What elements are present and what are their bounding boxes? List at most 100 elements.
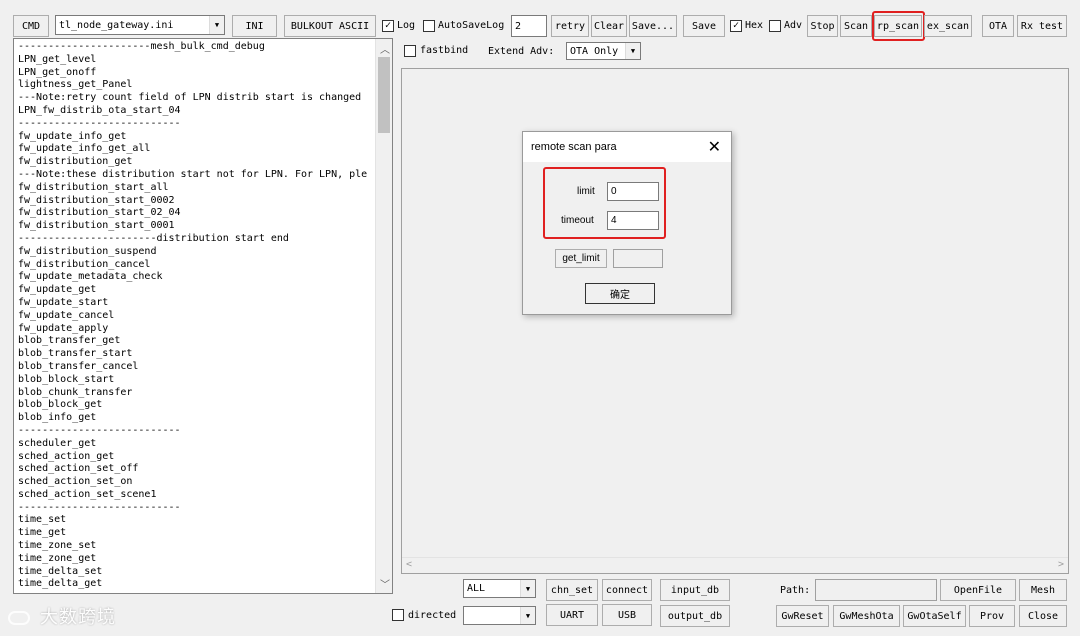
list-item[interactable]: blob_chunk_transfer [18, 387, 376, 400]
directed-checkbox[interactable] [392, 609, 404, 621]
scroll-right-icon[interactable]: > [1058, 559, 1064, 570]
stop-button[interactable]: Stop [807, 15, 838, 37]
extend-adv-select[interactable]: OTA Only ▼ [566, 42, 641, 60]
uart-button[interactable]: UART [546, 604, 598, 626]
log-checkbox[interactable]: ✓ [382, 20, 394, 32]
list-item[interactable]: --------------------------- [18, 118, 376, 131]
list-item[interactable]: fw_distribution_get [18, 156, 376, 169]
list-item[interactable]: sched_action_set_scene1 [18, 489, 376, 502]
mesh-button[interactable]: Mesh [1019, 579, 1067, 601]
autosave-count-input[interactable]: 2 [511, 15, 547, 37]
list-item[interactable]: fw_update_cancel [18, 310, 376, 323]
list-item[interactable]: blob_block_start [18, 374, 376, 387]
autosave-checkbox[interactable] [423, 20, 435, 32]
fastbind-label: fastbind [420, 45, 469, 56]
rx-test-button[interactable]: Rx test [1017, 15, 1067, 37]
ini-file-value: tl_node_gateway.ini [59, 19, 174, 31]
list-item[interactable]: blob_transfer_start [18, 348, 376, 361]
scan-button[interactable]: Scan [840, 15, 872, 37]
list-item[interactable]: fw_distribution_cancel [18, 259, 376, 272]
list-item[interactable]: ---Note:these distribution start not for… [18, 169, 376, 182]
chn-set-button[interactable]: chn_set [546, 579, 598, 601]
list-item[interactable]: ----------------------mesh_bulk_cmd_debu… [18, 41, 376, 54]
list-item[interactable]: ---Note:retry count field of LPN distrib… [18, 92, 376, 105]
scroll-up-icon[interactable]: ︿ [380, 41, 390, 56]
chevron-down-icon[interactable]: ▼ [520, 607, 535, 624]
list-item[interactable]: -----------------------distribution star… [18, 233, 376, 246]
list-item[interactable]: --------------------------- [18, 425, 376, 438]
list-item[interactable]: fw_update_get [18, 284, 376, 297]
openfile-button[interactable]: OpenFile [940, 579, 1016, 601]
list-item[interactable]: time_zone_get [18, 553, 376, 566]
list-item[interactable]: fw_distribution_start_02_04 [18, 207, 376, 220]
list-item[interactable]: LPN_fw_distrib_ota_start_04 [18, 105, 376, 118]
scroll-left-icon[interactable]: < [406, 559, 412, 570]
log-horizontal-scrollbar[interactable]: < > [402, 557, 1068, 573]
list-item[interactable]: fw_distribution_start_0002 [18, 195, 376, 208]
chevron-down-icon[interactable]: ﹀ [380, 576, 390, 591]
input-db-button[interactable]: input_db [660, 579, 730, 601]
ini-button[interactable]: INI [232, 15, 277, 37]
list-item[interactable]: fw_update_start [18, 297, 376, 310]
chevron-down-icon[interactable]: ▼ [209, 16, 224, 34]
directed-select[interactable]: ▼ [463, 606, 536, 625]
connect-button[interactable]: connect [602, 579, 652, 601]
get-limit-button[interactable]: get_limit [555, 249, 607, 268]
list-item[interactable]: blob_transfer_get [18, 335, 376, 348]
clear-button[interactable]: Clear [591, 15, 627, 37]
list-item[interactable]: sched_action_set_on [18, 476, 376, 489]
list-item[interactable]: blob_info_get [18, 412, 376, 425]
list-item[interactable]: fw_distribution_suspend [18, 246, 376, 259]
chevron-down-icon[interactable]: ▼ [520, 580, 535, 597]
list-item[interactable]: fw_distribution_start_all [18, 182, 376, 195]
list-item[interactable]: LPN_get_level [18, 54, 376, 67]
prov-button[interactable]: Prov [969, 605, 1015, 627]
bulkout-ascii-button[interactable]: BULKOUT ASCII [284, 15, 376, 37]
list-item[interactable]: scheduler_get [18, 438, 376, 451]
output-db-button[interactable]: output_db [660, 605, 730, 627]
gwmeshota-button[interactable]: GwMeshOta [833, 605, 900, 627]
list-item[interactable]: lightness_get_Panel [18, 79, 376, 92]
list-item[interactable]: --------------------------- [18, 502, 376, 515]
save-button[interactable]: Save [683, 15, 725, 37]
retry-button[interactable]: retry [551, 15, 589, 37]
ex-scan-button[interactable]: ex_scan [924, 15, 972, 37]
cmd-button[interactable]: CMD [13, 15, 49, 37]
list-item[interactable]: time_get [18, 527, 376, 540]
ini-file-select[interactable]: tl_node_gateway.ini ▼ [55, 15, 225, 35]
usb-button[interactable]: USB [602, 604, 652, 626]
scrollbar-thumb[interactable] [378, 57, 390, 133]
command-list[interactable]: ----------------------mesh_bulk_cmd_debu… [13, 38, 393, 594]
save-as-button[interactable]: Save... [629, 15, 677, 37]
list-item[interactable]: fw_update_info_get_all [18, 143, 376, 156]
gwreset-button[interactable]: GwReset [776, 605, 829, 627]
list-item[interactable]: fw_update_info_get [18, 131, 376, 144]
path-input[interactable] [815, 579, 937, 601]
log-output-area[interactable]: < > [401, 68, 1069, 574]
adv-checkbox[interactable] [769, 20, 781, 32]
list-item[interactable]: fw_update_metadata_check [18, 271, 376, 284]
ota-button[interactable]: OTA [982, 15, 1014, 37]
list-item[interactable]: time_delta_set [18, 566, 376, 579]
fastbind-checkbox[interactable] [404, 45, 416, 57]
list-item[interactable]: sched_action_set_off [18, 463, 376, 476]
list-item[interactable]: fw_distribution_start_0001 [18, 220, 376, 233]
close-button[interactable]: Close [1019, 605, 1067, 627]
hex-checkbox[interactable]: ✓ [730, 20, 742, 32]
list-item[interactable]: blob_block_get [18, 399, 376, 412]
list-item[interactable]: LPN_get_onoff [18, 67, 376, 80]
ok-button[interactable]: 确定 [585, 283, 655, 304]
remote-scan-para-dialog[interactable]: remote scan para ✕ limit 0 timeout 4 get… [522, 131, 732, 315]
command-list-scrollbar[interactable]: ︿ ﹀ [375, 39, 392, 593]
list-item[interactable]: time_delta_get [18, 578, 376, 591]
gwotaself-button[interactable]: GwOtaSelf [903, 605, 966, 627]
channel-select[interactable]: ALL ▼ [463, 579, 536, 598]
close-icon[interactable]: ✕ [708, 137, 721, 157]
dialog-title-bar[interactable]: remote scan para ✕ [523, 132, 731, 162]
list-item[interactable]: time_zone_set [18, 540, 376, 553]
list-item[interactable]: fw_update_apply [18, 323, 376, 336]
chevron-down-icon[interactable]: ▼ [625, 43, 640, 59]
list-item[interactable]: blob_transfer_cancel [18, 361, 376, 374]
list-item[interactable]: sched_action_get [18, 451, 376, 464]
list-item[interactable]: time_set [18, 514, 376, 527]
